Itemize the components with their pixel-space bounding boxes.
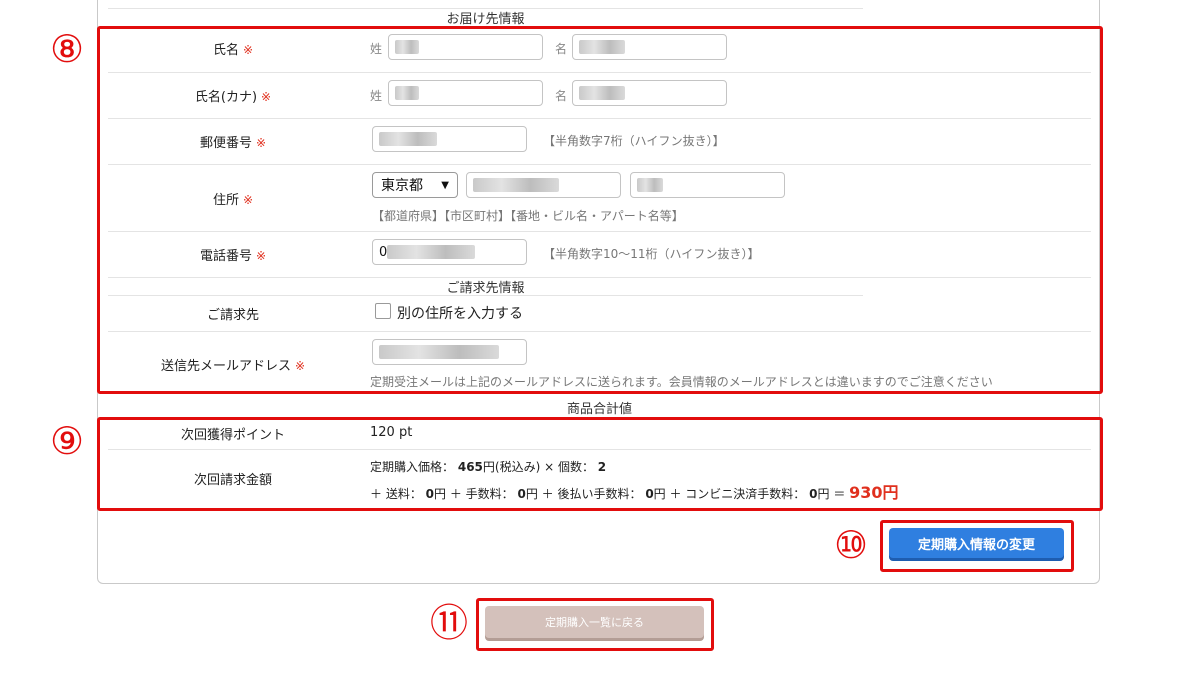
annotation-number-9: ⑨ — [50, 419, 85, 463]
annotation-box-11 — [476, 598, 714, 651]
annotation-number-8: ⑧ — [50, 27, 85, 71]
annotation-box-8 — [97, 26, 1103, 394]
annotation-box-9 — [97, 417, 1103, 511]
summary-section-title: 商品合計値 — [566, 402, 632, 417]
annotation-box-10 — [880, 520, 1074, 572]
delivery-section-title: お届け先情報 — [446, 12, 525, 27]
annotation-number-11: ⑪ — [430, 601, 469, 645]
annotation-number-10: ⑩ — [834, 523, 869, 567]
